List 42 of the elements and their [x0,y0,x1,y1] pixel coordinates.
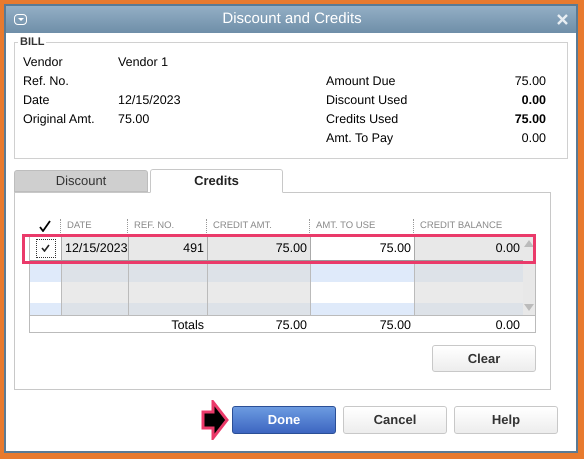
column-header[interactable]: CREDIT AMT. [206,219,309,234]
field-value: 12/15/2023 [118,92,181,107]
dialog-button[interactable]: Cancel [343,406,447,434]
table-cell: 491 [128,236,207,260]
column-header[interactable]: AMT. TO USE [309,219,413,234]
clear-button[interactable]: Clear [432,345,536,372]
dialog-button[interactable]: Done [232,406,336,434]
field-value: Vendor 1 [118,54,168,69]
summary-value: 0.00 [522,130,546,145]
dialog-button[interactable]: Help [454,406,558,434]
summary-label: Discount Used [326,92,408,107]
table-cell: 12/15/2023 [61,236,128,260]
window-title: Discount and Credits [221,9,363,30]
column-header[interactable]: REF. NO. [127,219,206,234]
summary-value: 75.00 [514,73,546,88]
field-label: Date [23,92,50,107]
check-icon [41,244,50,252]
row-checkbox[interactable] [36,238,56,258]
total-value: 75.00 [274,317,308,334]
field-label: Original Amt. [23,111,96,126]
summary-label: Credits Used [326,111,398,126]
column-header[interactable]: CREDIT BALANCE [413,219,522,234]
totals-label: Totals [170,317,205,334]
tab[interactable]: Discount [14,170,148,192]
scrollbar[interactable] [523,236,535,315]
table-cell: 75.00 [207,236,310,260]
system-menu-icon[interactable] [14,14,27,25]
tab[interactable]: Credits [150,169,283,193]
column-header[interactable]: DATE [60,219,127,234]
total-value: 0.00 [494,317,521,334]
close-icon[interactable] [557,14,568,25]
field-label: Vendor [23,54,64,69]
check-column-icon [38,220,50,232]
summary-value: 0.00 [522,92,546,107]
summary-label: Amount Due [326,73,396,88]
summary-label: Amt. To Pay [326,130,394,145]
table-cell: 0.00 [414,236,523,260]
total-value: 75.00 [378,317,412,334]
field-value: 75.00 [118,111,150,126]
scroll-up-icon[interactable] [524,240,534,247]
field-label: Ref. No. [23,73,70,88]
summary-value: 75.00 [514,111,546,126]
